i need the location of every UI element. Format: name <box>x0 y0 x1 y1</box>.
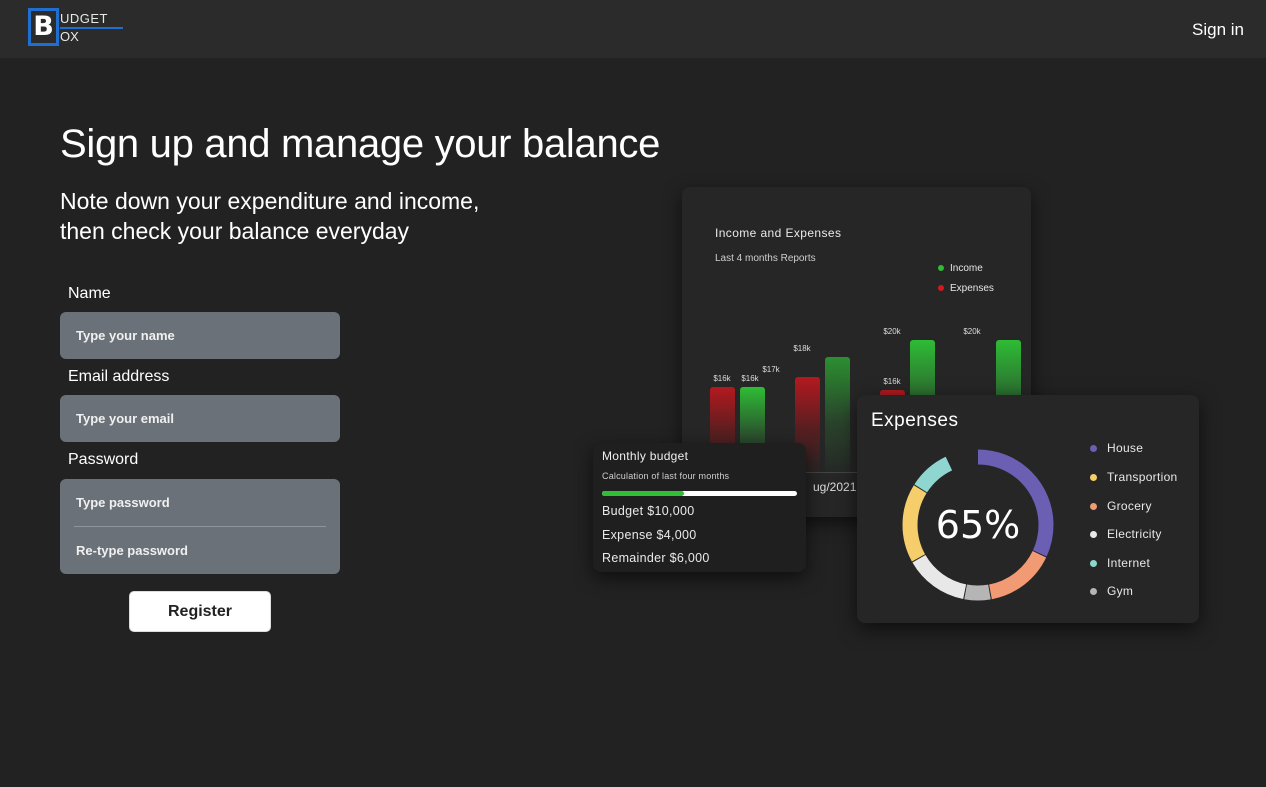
legend-grocery: Grocery <box>1090 499 1152 513</box>
expense-amount: Expense $4,000 <box>602 528 697 542</box>
budget-card-subtitle: Calculation of last four months <box>602 471 730 481</box>
house-dot-icon <box>1090 445 1097 453</box>
bar-label-6: $16k <box>883 377 901 386</box>
name-field-wrapper <box>60 312 340 359</box>
budget-progress-bar <box>602 491 797 496</box>
legend-expenses: Expenses <box>938 283 994 294</box>
password-input[interactable] <box>60 479 340 526</box>
bar-label-7: $20k <box>963 327 981 336</box>
password-field-group <box>60 479 340 574</box>
subtitle-line-1: Note down your expenditure and income, <box>60 188 480 214</box>
grocery-dot-icon <box>1090 503 1097 511</box>
income-card-subtitle: Last 4 months Reports <box>715 253 816 264</box>
income-dot-icon <box>938 265 944 272</box>
email-input[interactable] <box>60 395 340 442</box>
page-subtitle: Note down your expenditure and income, t… <box>60 186 540 246</box>
budgetbox-logo[interactable]: B UDGET OX <box>28 8 128 48</box>
legend-gym: Gym <box>1090 584 1133 598</box>
sign-in-link[interactable]: Sign in <box>1192 20 1244 40</box>
subtitle-line-2: then check your balance everyday <box>60 218 410 244</box>
budget-card-title: Monthly budget <box>602 449 689 463</box>
legend-internet: Internet <box>1090 556 1150 570</box>
logo-text-bottom: OX <box>60 29 79 44</box>
legend-expenses-label: Expenses <box>950 283 994 294</box>
legend-transportion-label: Transportion <box>1107 470 1178 484</box>
legend-grocery-label: Grocery <box>1107 499 1152 513</box>
name-input[interactable] <box>60 312 340 359</box>
bar-label-5: $20k <box>883 327 901 336</box>
chart-axis-date: ug/2021 <box>813 480 857 494</box>
logo-letter: B <box>28 8 59 46</box>
budget-progress-fill <box>602 491 684 496</box>
expenses-dot-icon <box>938 285 944 292</box>
internet-dot-icon <box>1090 560 1097 568</box>
email-field-wrapper <box>60 395 340 442</box>
email-label: Email address <box>68 368 170 385</box>
donut-center-percent: 65% <box>935 503 1021 547</box>
bar-label-3: $17k <box>762 365 780 374</box>
legend-income: Income <box>938 263 983 274</box>
legend-electricity: Electricity <box>1090 527 1162 541</box>
legend-electricity-label: Electricity <box>1107 527 1162 541</box>
remainder-amount: Remainder $6,000 <box>602 551 710 565</box>
legend-house: House <box>1090 441 1143 455</box>
legend-house-label: House <box>1107 441 1144 455</box>
budget-amount: Budget $10,000 <box>602 504 695 518</box>
name-label: Name <box>68 285 111 302</box>
retype-password-input[interactable] <box>60 527 340 574</box>
electricity-dot-icon <box>1090 531 1097 539</box>
register-button[interactable]: Register <box>129 591 271 632</box>
password-label: Password <box>68 451 139 468</box>
expenses-card-title: Expenses <box>871 410 959 431</box>
gym-dot-icon <box>1090 588 1097 596</box>
top-navbar: B UDGET OX Sign in <box>0 0 1266 58</box>
legend-internet-label: Internet <box>1107 556 1151 570</box>
legend-transportion: Transportion <box>1090 470 1178 484</box>
logo-text-top: UDGET <box>60 11 108 26</box>
income-card-title: Income and Expenses <box>715 226 842 240</box>
legend-income-label: Income <box>950 263 983 274</box>
expenses-card: Expenses 65% House Transportion Grocery … <box>857 395 1199 623</box>
page-title: Sign up and manage your balance <box>60 122 661 166</box>
legend-gym-label: Gym <box>1107 584 1134 598</box>
bar-income-2 <box>825 357 850 477</box>
monthly-budget-card: Monthly budget Calculation of last four … <box>593 443 806 572</box>
bar-label-2: $16k <box>741 374 759 383</box>
bar-label-4: $18k <box>793 344 811 353</box>
transport-dot-icon <box>1090 474 1097 482</box>
